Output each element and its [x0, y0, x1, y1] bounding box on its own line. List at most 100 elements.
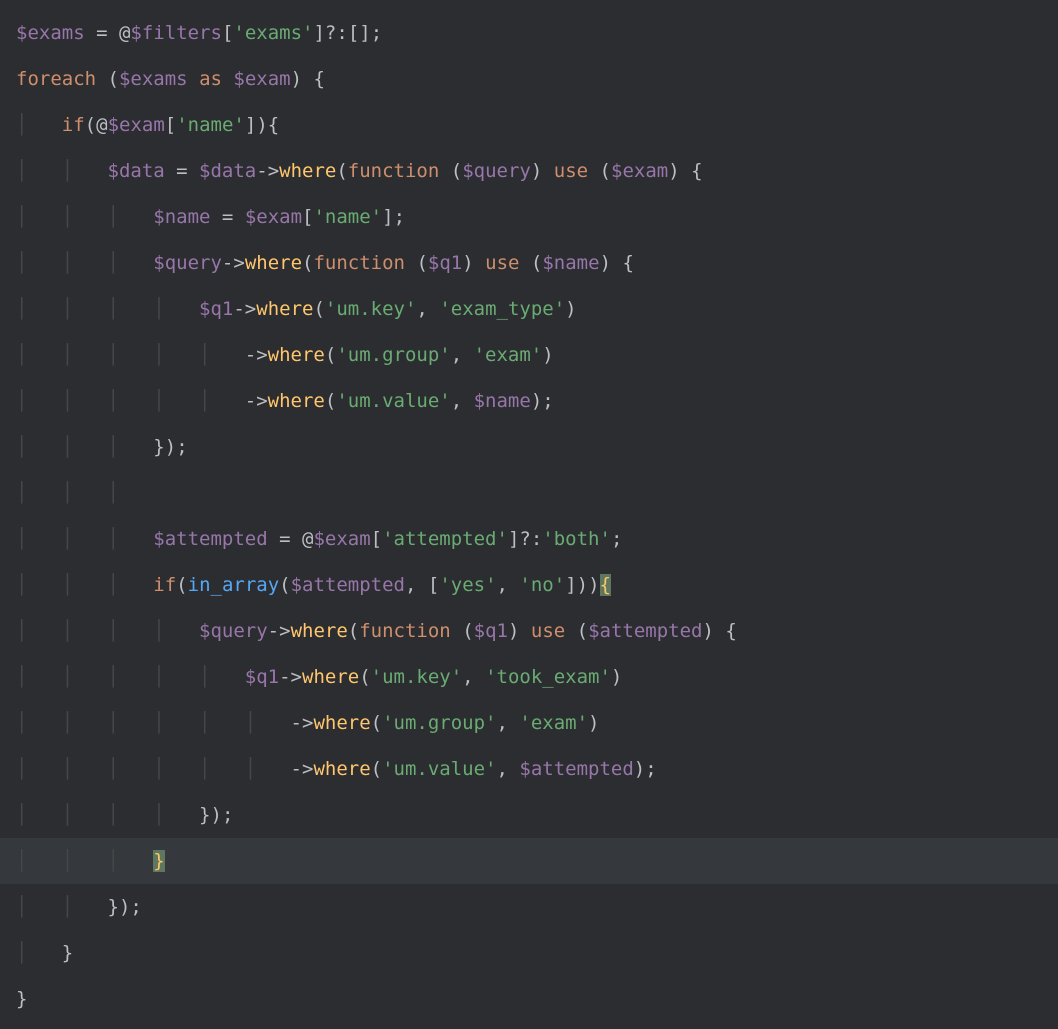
code-line[interactable]: │ │ │ │ │ ->where('um.value', $name); [16, 378, 1058, 424]
string: 'exam' [519, 712, 588, 734]
comma: , [496, 712, 519, 734]
indent-guide: │ │ [16, 896, 108, 918]
semicolon: ; [222, 804, 233, 826]
indent-guide: │ │ │ [16, 436, 153, 458]
code-line[interactable]: │ │ │ │ │ $q1->where('um.key', 'took_exa… [16, 654, 1058, 700]
code-line[interactable]: │ │ │ }); [16, 424, 1058, 470]
method-where: where [245, 252, 302, 274]
arrow: -> [222, 252, 245, 274]
space [96, 68, 107, 90]
space [474, 252, 485, 274]
arrow: -> [245, 344, 268, 366]
paren: ) [611, 666, 622, 688]
paren: ( [577, 620, 588, 642]
comma: , [451, 390, 474, 412]
paren: ( [371, 758, 382, 780]
keyword-as: as [199, 68, 222, 90]
brace-matched: } [153, 850, 164, 872]
variable: $attempted [519, 758, 633, 780]
variable: $exams [16, 22, 85, 44]
paren: ( [462, 620, 473, 642]
variable: $name [542, 252, 599, 274]
arrow: -> [256, 160, 279, 182]
paren: ) [565, 298, 576, 320]
paren: ) [703, 620, 714, 642]
code-line[interactable]: $exams = @$filters['exams']?:[]; [16, 10, 1058, 56]
string: 'um.key' [371, 666, 463, 688]
code-line[interactable]: foreach ($exams as $exam) { [16, 56, 1058, 102]
string: 'um.group' [382, 712, 496, 734]
variable: $data [199, 160, 256, 182]
indent-guide: │ │ │ [16, 482, 153, 504]
code-line[interactable]: │ │ │ │ │ ->where('um.group', 'exam') [16, 332, 1058, 378]
variable: $attempted [153, 528, 267, 550]
paren: ) [531, 390, 542, 412]
code-line[interactable]: │ │ │ │ $q1->where('um.key', 'exam_type'… [16, 286, 1058, 332]
space [519, 252, 530, 274]
paren: ( [451, 160, 462, 182]
indent-guide: │ │ │ │ [16, 620, 199, 642]
code-line-empty[interactable]: │ │ │ [16, 470, 1058, 516]
ternary: ?: [519, 528, 542, 550]
code-line-current[interactable]: │ │ │ } [0, 838, 1058, 884]
code-line[interactable]: │ } [16, 930, 1058, 976]
code-editor[interactable]: $exams = @$filters['exams']?:[]; foreach… [16, 10, 1058, 1022]
variable: $exam [245, 206, 302, 228]
string: 'both' [542, 528, 611, 550]
keyword-function: function [313, 252, 405, 274]
code-line[interactable]: │ │ }); [16, 884, 1058, 930]
code-line[interactable]: │ │ $data = $data->where(function ($quer… [16, 148, 1058, 194]
variable: $filters [130, 22, 222, 44]
variable: $q1 [474, 620, 508, 642]
variable: $query [462, 160, 531, 182]
keyword-if: if [62, 114, 85, 136]
code-line[interactable]: │ │ │ $query->where(function ($q1) use (… [16, 240, 1058, 286]
ternary: ?: [325, 22, 348, 44]
code-line[interactable]: │ │ │ │ │ │ ->where('um.value', $attempt… [16, 746, 1058, 792]
code-line[interactable]: │ │ │ $attempted = @$exam['attempted']?:… [16, 516, 1058, 562]
indent-guide: │ │ [16, 160, 108, 182]
paren: ( [600, 160, 611, 182]
paren: ) [588, 712, 599, 734]
bracket: ] [313, 22, 324, 44]
bracket: ] [508, 528, 519, 550]
brace-matched: { [600, 574, 611, 596]
method-where: where [313, 758, 370, 780]
semicolon: ; [176, 436, 187, 458]
paren: ) [588, 574, 599, 596]
indent-guide: │ │ │ [16, 528, 153, 550]
string: 'um.key' [325, 298, 417, 320]
indent-guide: │ [16, 114, 62, 136]
code-line[interactable]: │ │ │ │ }); [16, 792, 1058, 838]
indent-guide: │ │ │ [16, 252, 153, 274]
space [565, 620, 576, 642]
code-line[interactable]: │ │ │ $name = $exam['name']; [16, 194, 1058, 240]
code-line[interactable]: } [16, 976, 1058, 1022]
brace: { [691, 160, 702, 182]
bracket: [ [302, 206, 313, 228]
paren: ( [108, 68, 119, 90]
code-line[interactable]: │ if(@$exam['name']){ [16, 102, 1058, 148]
brace: } [199, 804, 210, 826]
method-where: where [302, 666, 359, 688]
space [680, 160, 691, 182]
variable: $query [199, 620, 268, 642]
comma: , [405, 574, 428, 596]
indent-guide: │ │ │ [16, 206, 153, 228]
brace: } [153, 436, 164, 458]
variable: $attempted [588, 620, 702, 642]
paren: ( [359, 666, 370, 688]
keyword-foreach: foreach [16, 68, 96, 90]
code-line[interactable]: │ │ │ │ │ │ ->where('um.group', 'exam') [16, 700, 1058, 746]
paren: ( [348, 620, 359, 642]
space [714, 620, 725, 642]
paren: ) [634, 758, 645, 780]
space [451, 620, 462, 642]
code-line[interactable]: │ │ │ │ $query->where(function ($q1) use… [16, 608, 1058, 654]
paren: ) [542, 344, 553, 366]
function-in-array: in_array [188, 574, 280, 596]
code-line[interactable]: │ │ │ if(in_array($attempted, ['yes', 'n… [16, 562, 1058, 608]
keyword-use: use [531, 620, 565, 642]
semicolon: ; [542, 390, 553, 412]
brace: { [268, 114, 279, 136]
